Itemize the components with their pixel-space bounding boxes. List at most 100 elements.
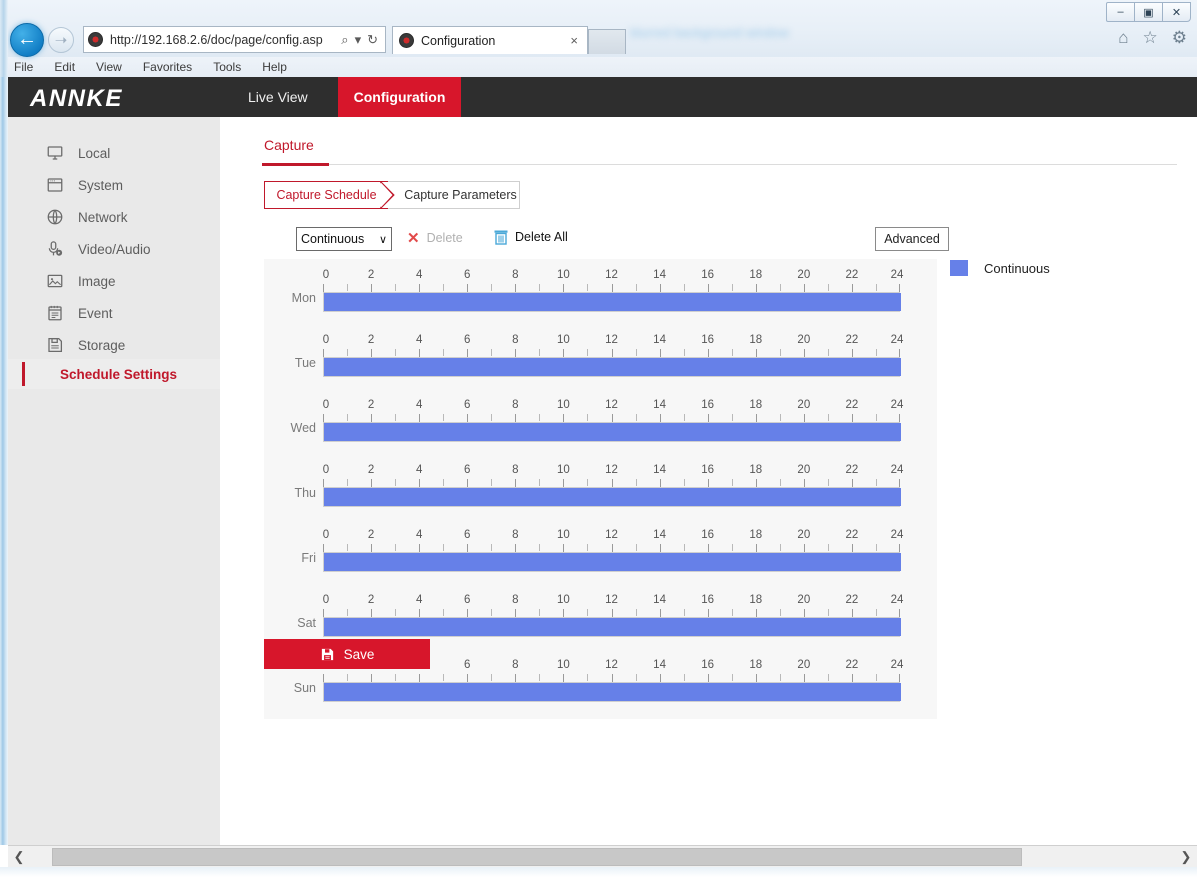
browser-tab-configuration[interactable]: Configuration × xyxy=(392,26,588,54)
menu-edit[interactable]: Edit xyxy=(54,60,75,74)
schedule-bar-continuous[interactable] xyxy=(324,553,901,571)
minimize-button[interactable]: – xyxy=(1106,2,1135,22)
axis-tick-label: 0 xyxy=(323,334,329,346)
axis-tick xyxy=(852,674,853,682)
schedule-track[interactable] xyxy=(323,552,900,572)
refresh-icon[interactable]: ↻ xyxy=(364,32,381,48)
menu-favorites[interactable]: Favorites xyxy=(143,60,192,74)
url-text[interactable]: http://192.168.2.6/doc/page/config.asp xyxy=(110,33,338,47)
menu-file[interactable]: File xyxy=(14,60,33,74)
axis-tick xyxy=(804,609,805,617)
schedule-track[interactable] xyxy=(323,617,900,637)
favorites-star-icon[interactable]: ☆ xyxy=(1143,29,1158,46)
axis-tick xyxy=(491,349,492,356)
sidebar-item-label: Video/Audio xyxy=(78,242,151,257)
axis-tick xyxy=(371,544,372,552)
forward-button[interactable]: ➝ xyxy=(48,27,74,53)
new-tab-button[interactable] xyxy=(588,29,626,54)
nav-live-view[interactable]: Live View xyxy=(230,77,326,117)
sidebar-item-local[interactable]: Local xyxy=(8,137,220,169)
menu-help[interactable]: Help xyxy=(262,60,287,74)
axis-tick-label: 8 xyxy=(512,594,518,606)
schedule-row-wed[interactable]: Wed024681012141618202224 xyxy=(264,399,937,444)
scrollbar-thumb[interactable] xyxy=(52,848,1022,866)
close-window-button[interactable]: ✕ xyxy=(1162,2,1191,22)
axis-tick-label: 0 xyxy=(323,464,329,476)
axis-tick-label: 4 xyxy=(416,269,422,281)
axis-tick xyxy=(612,479,613,487)
axis-tick-label: 22 xyxy=(846,594,859,606)
annke-logo: ANNKE xyxy=(30,85,123,113)
tab-chevron-icon xyxy=(380,181,396,209)
menu-tools[interactable]: Tools xyxy=(213,60,241,74)
horizontal-scrollbar[interactable]: ❮ ❯ xyxy=(8,845,1197,867)
schedule-bar-continuous[interactable] xyxy=(324,683,901,701)
axis-tick xyxy=(660,609,661,617)
sidebar-item-schedule-settings[interactable]: Schedule Settings xyxy=(8,359,220,389)
delete-all-button[interactable]: Delete All xyxy=(494,229,568,245)
axis-tick xyxy=(732,479,733,486)
delete-button[interactable]: ✕ Delete xyxy=(407,229,463,247)
schedule-row-thu[interactable]: Thu024681012141618202224 xyxy=(264,464,937,509)
schedule-bar-continuous[interactable] xyxy=(324,423,901,441)
schedule-track[interactable] xyxy=(323,487,900,507)
chevron-down-icon[interactable]: ▾ xyxy=(352,32,365,48)
axis-tick-label: 4 xyxy=(416,334,422,346)
schedule-row-mon[interactable]: Mon024681012141618202224 xyxy=(264,269,937,314)
schedule-bar-continuous[interactable] xyxy=(324,358,901,376)
schedule-track[interactable] xyxy=(323,422,900,442)
sidebar-item-system[interactable]: System xyxy=(8,169,220,201)
sidebar-item-storage[interactable]: Storage xyxy=(8,329,220,361)
scrollbar-track[interactable] xyxy=(30,847,1175,867)
menu-view[interactable]: View xyxy=(96,60,122,74)
sidebar-item-event[interactable]: Event xyxy=(8,297,220,329)
axis-tick xyxy=(419,609,420,617)
schedule-track[interactable] xyxy=(323,357,900,377)
page-tab-capture[interactable]: Capture xyxy=(264,137,314,153)
schedule-type-select[interactable]: Continuous ∨ xyxy=(296,227,392,251)
axis-tick xyxy=(515,609,516,617)
day-label: Wed xyxy=(264,421,316,435)
axis-tick xyxy=(780,349,781,356)
schedule-bar-continuous[interactable] xyxy=(324,618,901,636)
axis-tick-label: 8 xyxy=(512,464,518,476)
sidebar-item-image[interactable]: Image xyxy=(8,265,220,297)
close-tab-icon[interactable]: × xyxy=(567,33,581,48)
schedule-row-tue[interactable]: Tue024681012141618202224 xyxy=(264,334,937,379)
restore-button[interactable]: ▣ xyxy=(1134,2,1163,22)
sidebar-item-network[interactable]: Network xyxy=(8,201,220,233)
axis-tick xyxy=(443,479,444,486)
schedule-bar-continuous[interactable] xyxy=(324,293,901,311)
axis-tick xyxy=(852,414,853,422)
back-button[interactable]: ← xyxy=(10,23,44,57)
advanced-button[interactable]: Advanced xyxy=(875,227,949,251)
schedule-track[interactable] xyxy=(323,292,900,312)
app-header: ANNKE Live View Configuration xyxy=(8,77,1197,117)
axis-tick xyxy=(323,674,324,682)
home-icon[interactable]: ⌂ xyxy=(1118,29,1128,46)
gear-icon[interactable]: ⚙ xyxy=(1172,29,1187,46)
axis-tick-label: 24 xyxy=(891,334,904,346)
axis-tick xyxy=(323,284,324,292)
schedule-bar-continuous[interactable] xyxy=(324,488,901,506)
sidebar-item-video-audio[interactable]: Video/Audio xyxy=(8,233,220,265)
save-button[interactable]: Save xyxy=(264,639,430,669)
axis-tick-labels: 024681012141618202224 xyxy=(323,269,900,284)
tab-capture-schedule[interactable]: Capture Schedule xyxy=(264,181,388,209)
address-bar[interactable]: http://192.168.2.6/doc/page/config.asp ⌕… xyxy=(83,26,386,53)
sidebar-item-label: Network xyxy=(78,210,128,225)
nav-configuration[interactable]: Configuration xyxy=(338,77,461,117)
search-icon[interactable]: ⌕ xyxy=(338,32,351,48)
axis-tick-label: 6 xyxy=(464,269,470,281)
scroll-left-arrow-icon[interactable]: ❮ xyxy=(8,847,30,867)
schedule-track[interactable] xyxy=(323,682,900,702)
schedule-row-sat[interactable]: Sat024681012141618202224 xyxy=(264,594,937,639)
axis-tick-labels: 024681012141618202224 xyxy=(323,594,900,609)
tab-capture-parameters[interactable]: Capture Parameters xyxy=(388,181,520,209)
axis-tick xyxy=(876,674,877,681)
scroll-right-arrow-icon[interactable]: ❯ xyxy=(1175,847,1197,867)
time-axis: 024681012141618202224 xyxy=(323,334,900,379)
axis-tick-label: 8 xyxy=(512,529,518,541)
schedule-row-fri[interactable]: Fri024681012141618202224 xyxy=(264,529,937,574)
forward-arrow-icon: ➝ xyxy=(55,33,68,48)
